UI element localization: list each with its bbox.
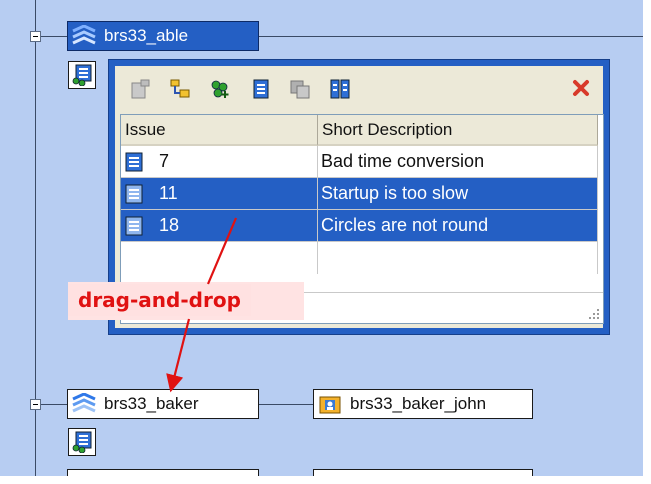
table-body: 7 Bad time conversion 11 Startup is too slo… xyxy=(121,146,603,274)
node-brs33-baker[interactable]: brs33_baker xyxy=(67,389,259,419)
issue-cell[interactable]: 18 xyxy=(121,210,318,242)
add-issues-icon[interactable] xyxy=(207,76,233,102)
column-header-short-description[interactable]: Short Description xyxy=(318,115,598,146)
chevron-stack-icon xyxy=(70,24,98,48)
table-row[interactable]: 18 Circles are not round xyxy=(121,210,603,242)
node-label: brs33_able xyxy=(104,26,189,45)
node-partial-left[interactable] xyxy=(67,469,259,476)
table-header: Issue Short Description xyxy=(121,115,603,146)
node-brs33-able[interactable]: brs33_able xyxy=(67,21,259,51)
expand-baker-toggle[interactable] xyxy=(30,399,41,410)
issue-number: 18 xyxy=(159,215,180,235)
issues-list-icon[interactable] xyxy=(68,428,96,456)
hierarchy-icon[interactable] xyxy=(167,76,193,102)
issue-icon xyxy=(125,152,143,171)
issues-toolbar xyxy=(115,66,603,112)
short-description-cell[interactable]: Bad time conversion xyxy=(318,146,598,178)
node-brs33-baker-john[interactable]: brs33_baker_john xyxy=(313,389,533,419)
move-issue-icon[interactable] xyxy=(327,76,353,102)
table-row[interactable]: 11 Startup is too slow xyxy=(121,178,603,210)
node-partial-right[interactable] xyxy=(313,469,533,476)
node-label: brs33_baker xyxy=(104,394,199,413)
node-label: brs33_baker_john xyxy=(350,394,487,413)
new-issue-icon[interactable] xyxy=(127,76,153,102)
connector-able-right xyxy=(259,36,643,37)
close-icon[interactable] xyxy=(571,78,591,98)
drag-and-drop-annotation: drag-and-drop xyxy=(68,284,251,316)
issue-number: 11 xyxy=(159,183,178,203)
issue-number: 7 xyxy=(159,151,170,171)
user-folder-icon xyxy=(316,392,344,416)
connector-baker-john xyxy=(259,404,313,405)
diagram-canvas[interactable]: brs33_able brs33_baker brs33_baker_john … xyxy=(0,0,643,476)
table-row[interactable]: 7 Bad time conversion xyxy=(121,146,603,178)
empty-row xyxy=(121,242,603,274)
resize-grip-icon[interactable] xyxy=(588,308,600,320)
issue-cell[interactable]: 11 xyxy=(121,178,318,210)
issues-list-icon[interactable] xyxy=(68,61,96,89)
short-description-cell[interactable]: Startup is too slow xyxy=(318,178,598,210)
issue-icon xyxy=(125,216,143,235)
issue-icon xyxy=(125,184,143,203)
edit-issue-icon[interactable] xyxy=(247,76,273,102)
expand-able-toggle[interactable] xyxy=(30,31,41,42)
column-header-issue[interactable]: Issue xyxy=(121,115,318,146)
issue-cell[interactable]: 7 xyxy=(121,146,318,178)
short-description-cell[interactable]: Circles are not round xyxy=(318,210,598,242)
copy-issue-icon[interactable] xyxy=(287,76,313,102)
chevron-stack-icon xyxy=(70,392,98,416)
